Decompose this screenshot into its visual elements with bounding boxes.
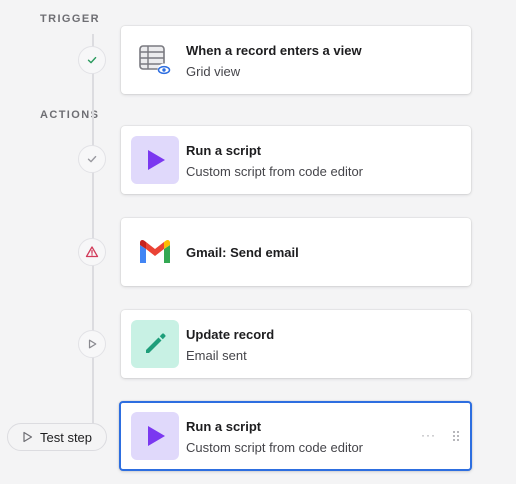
trigger-tile: [131, 36, 179, 84]
action-title: Update record: [186, 327, 275, 342]
checkmark-icon: [87, 56, 97, 64]
action-card-run-script-selected[interactable]: Run a script Custom script from code edi…: [119, 401, 472, 471]
play-icon: [148, 150, 165, 170]
gmail-icon: [140, 239, 170, 263]
test-step-button[interactable]: Test step: [7, 423, 107, 451]
action-tile: [131, 320, 179, 368]
drag-handle-icon[interactable]: [452, 430, 460, 442]
action-tile: [131, 228, 179, 276]
action-card-run-script[interactable]: Run a script Custom script from code edi…: [121, 126, 471, 194]
action-title: Run a script: [186, 419, 262, 434]
warning-icon: [85, 246, 99, 258]
test-step-label: Test step: [39, 429, 93, 445]
play-outline-icon: [23, 431, 33, 443]
action-3-status-indicator[interactable]: [78, 330, 106, 358]
trigger-card[interactable]: When a record enters a view Grid view: [121, 26, 471, 94]
action-card-update-record[interactable]: Update record Email sent: [121, 310, 471, 378]
trigger-subtitle: Grid view: [186, 64, 241, 79]
pencil-icon: [146, 333, 166, 353]
action-subtitle: Custom script from code editor: [186, 440, 364, 455]
trigger-title: When a record enters a view: [186, 43, 362, 58]
actions-section-label: ACTIONS: [40, 109, 100, 121]
grid-view-icon: [139, 45, 171, 77]
action-tile: [131, 412, 179, 460]
play-outline-icon: [88, 339, 97, 349]
play-icon: [148, 426, 165, 446]
action-card-gmail-send-email[interactable]: Gmail: Send email: [121, 218, 471, 286]
action-tile: [131, 136, 179, 184]
action-2-status-indicator: [78, 238, 106, 266]
step-connector-line: [92, 34, 94, 428]
checkmark-icon: [87, 155, 97, 163]
trigger-status-indicator: [78, 46, 106, 74]
more-options-button[interactable]: ···: [421, 428, 436, 442]
trigger-section-label: TRIGGER: [40, 13, 100, 25]
action-subtitle: Email sent: [186, 348, 247, 363]
action-title: Gmail: Send email: [186, 245, 299, 260]
action-1-status-indicator: [78, 145, 106, 173]
action-title: Run a script: [186, 143, 262, 158]
action-subtitle: Custom script from code editor: [186, 164, 364, 179]
